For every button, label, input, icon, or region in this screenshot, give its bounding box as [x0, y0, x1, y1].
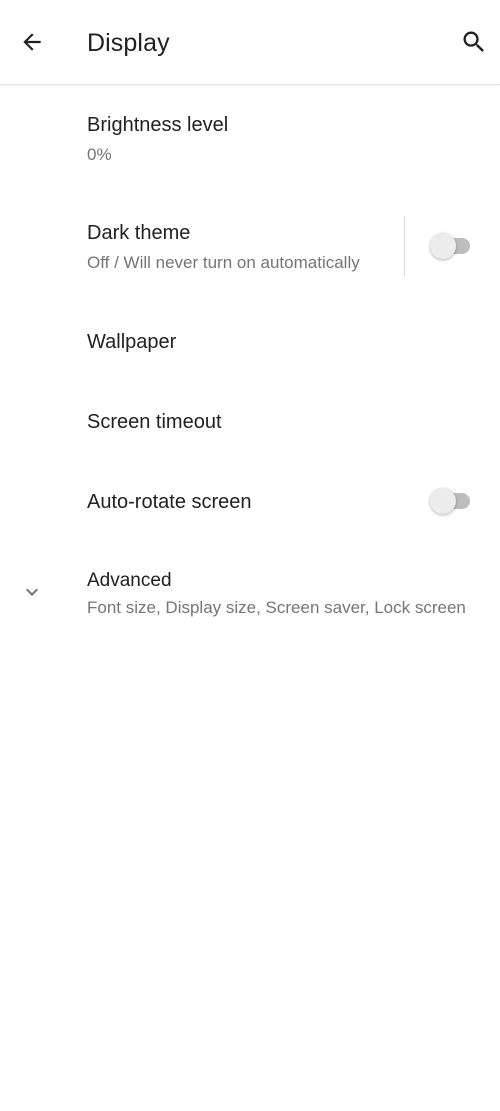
auto-rotate-screen-title: Auto-rotate screen [87, 491, 252, 513]
brightness-level-title: Brightness level [87, 114, 229, 136]
switch-thumb [430, 488, 456, 514]
auto-rotate-switch[interactable] [430, 486, 472, 516]
advanced-summary: Font size, Display size, Screen saver, L… [87, 598, 466, 617]
screen-timeout-title: Screen timeout [87, 411, 222, 433]
dark-theme-item[interactable]: Dark theme Off / Will never turn on auto… [0, 208, 500, 294]
back-button[interactable] [14, 24, 50, 60]
advanced-title: Advanced [87, 570, 172, 591]
arrow-back-icon [23, 33, 41, 51]
page-title: Display [87, 29, 170, 57]
dark-theme-divider [404, 216, 405, 276]
dark-theme-title: Dark theme [87, 222, 191, 244]
search-button[interactable] [456, 24, 492, 60]
app-bar: Display [0, 0, 500, 85]
auto-rotate-screen-item[interactable]: Auto-rotate screen [0, 476, 500, 532]
dark-theme-switch[interactable] [430, 231, 472, 261]
brightness-level-item[interactable]: Brightness level 0% [0, 100, 500, 186]
screen-timeout-item[interactable]: Screen timeout [0, 396, 500, 452]
search-icon [463, 31, 484, 52]
dark-theme-summary: Off / Will never turn on automatically [87, 253, 360, 272]
advanced-item[interactable]: Advanced Font size, Display size, Screen… [0, 560, 500, 630]
wallpaper-title: Wallpaper [87, 331, 177, 353]
wallpaper-item[interactable]: Wallpaper [0, 316, 500, 372]
switch-thumb [430, 233, 456, 259]
chevron-down-icon[interactable] [18, 578, 46, 606]
brightness-level-summary: 0% [87, 145, 112, 164]
